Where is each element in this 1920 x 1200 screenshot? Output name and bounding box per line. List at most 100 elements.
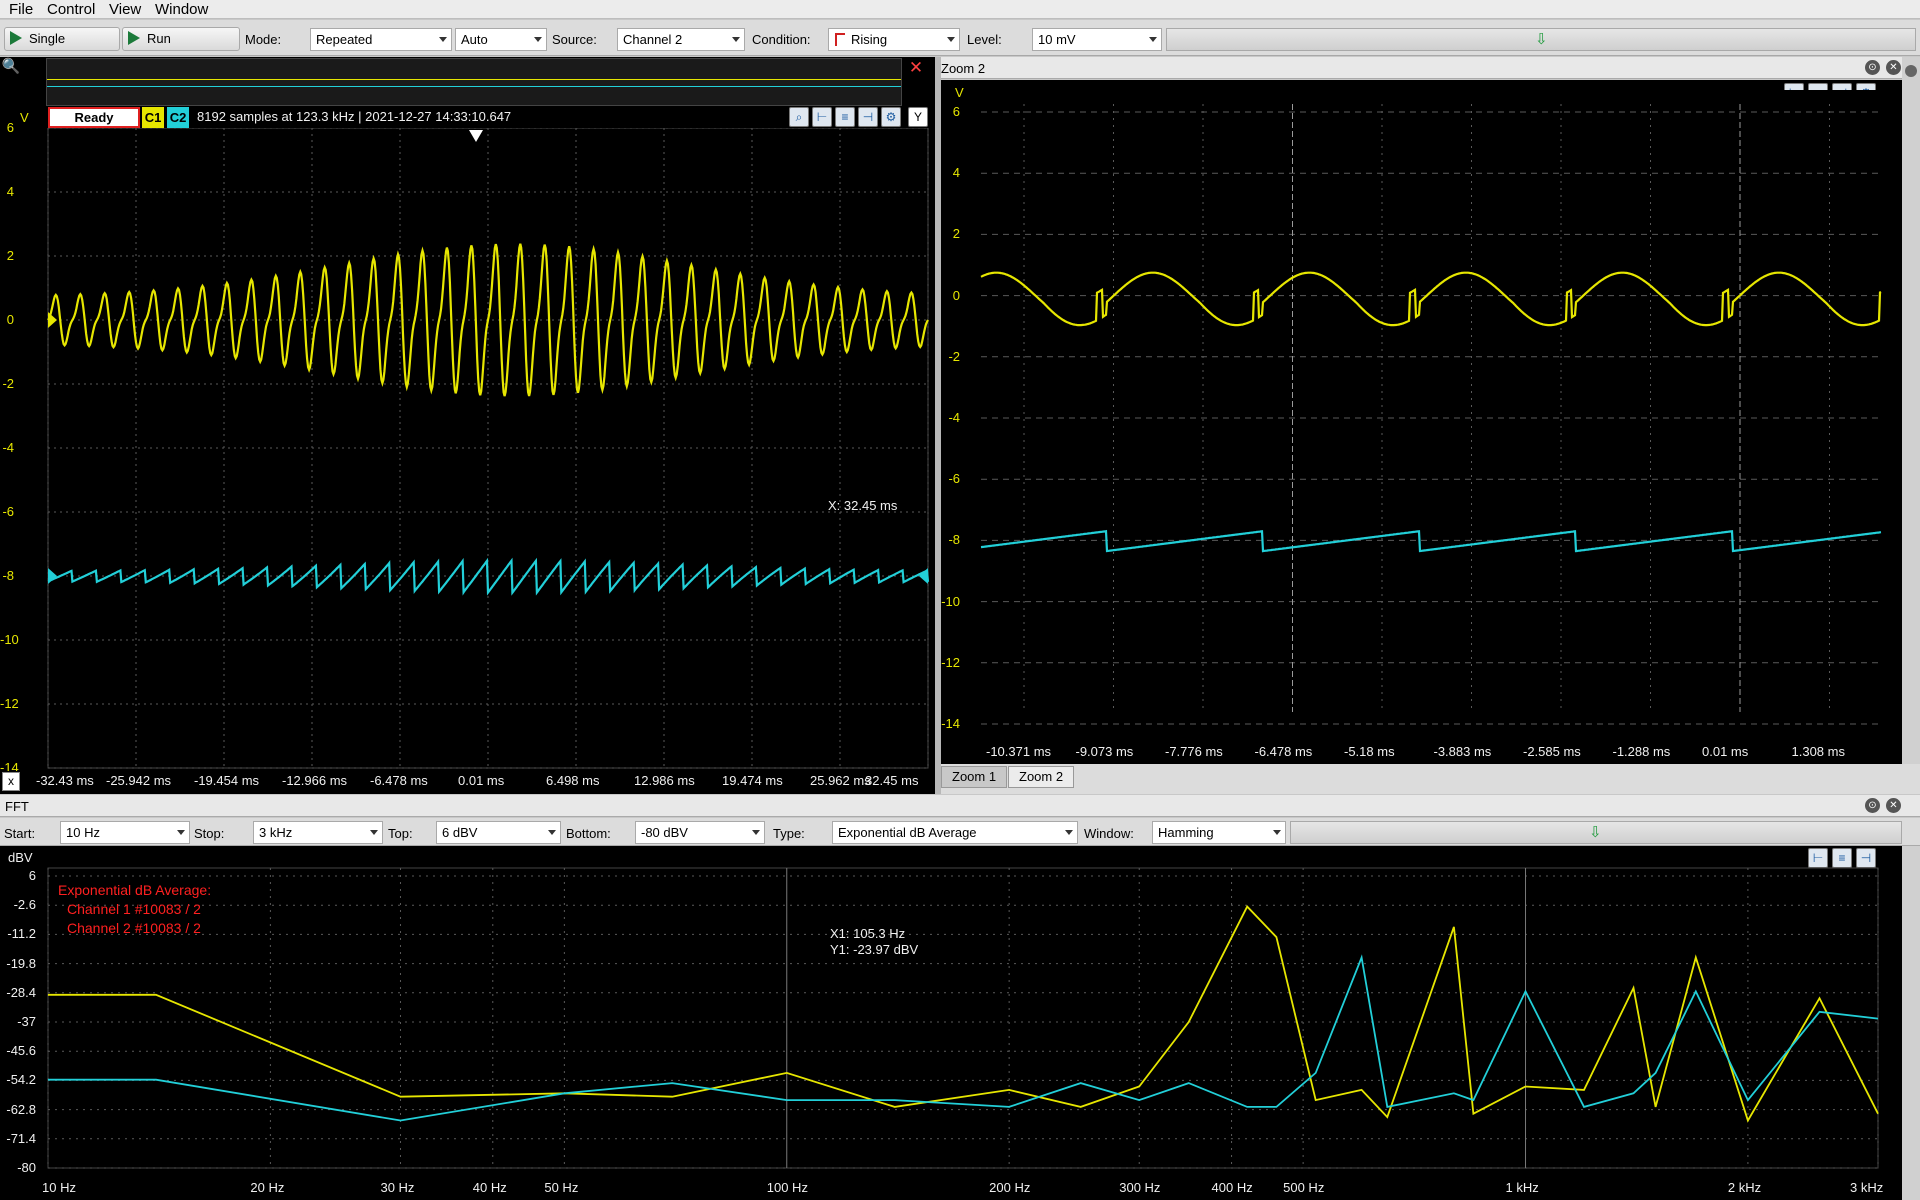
top-value: 6 dBV (442, 825, 478, 840)
cursor-x-value: X1: 105.3 Hz (830, 926, 906, 941)
y-tick-label: 6 (952, 104, 960, 119)
source-select[interactable]: Channel 2 (617, 28, 745, 51)
stop-select[interactable]: 3 kHz (253, 821, 383, 844)
type-label: Type: (773, 826, 805, 841)
close-icon[interactable]: ✕ (906, 58, 926, 78)
x-tick-label: 19.474 ms (722, 773, 783, 788)
bottom-select[interactable]: -80 dBV (635, 821, 765, 844)
zoom-scrollbar[interactable] (1902, 57, 1920, 794)
x-tick-label: -3.883 ms (1433, 744, 1492, 759)
chevron-down-icon (1149, 37, 1157, 42)
y-tick-label: -80 (17, 1160, 36, 1175)
menu-view[interactable]: View (109, 1, 141, 18)
x-tick-label: 20 Hz (250, 1180, 285, 1195)
overview-strip[interactable] (46, 58, 902, 106)
y-tick-label: 0 (6, 312, 14, 327)
settings-gear-icon[interactable]: ⚙ (881, 107, 901, 127)
x-tick-label: 500 Hz (1283, 1180, 1325, 1195)
x-tick-label: -1.288 ms (1612, 744, 1671, 759)
align-center-icon[interactable]: ≡ (835, 107, 855, 127)
cursor-readout: X: 32.45 ms (828, 498, 898, 513)
y-tick-label: 6 (6, 120, 14, 135)
y-tick-label: -19.8 (6, 955, 36, 971)
x-axis-button[interactable]: x (2, 772, 20, 791)
x-tick-label: -7.776 ms (1165, 744, 1223, 759)
x-tick-label: -6.478 ms (370, 773, 428, 788)
x-tick-label: 1.308 ms (1791, 744, 1845, 759)
mode-select[interactable]: Repeated (310, 28, 452, 51)
y-tick-label: -10 (941, 593, 960, 609)
y-tick-label: -6 (948, 471, 960, 487)
y-tick-label: -12 (941, 654, 960, 670)
mode-label: Mode: (245, 32, 282, 47)
y-tick-label: -2 (2, 376, 14, 391)
x-tick-label: 32.45 ms (865, 773, 919, 788)
scope-plot[interactable] (0, 128, 935, 773)
level-value: 10 mV (1038, 32, 1076, 47)
tab-zoom-1[interactable]: Zoom 1 (941, 766, 1008, 788)
x-tick-label: 10 Hz (42, 1180, 76, 1195)
down-arrow-icon: ⇩ (1589, 824, 1602, 841)
zoom-tool-icon[interactable]: ⌕ (789, 107, 809, 127)
level-input[interactable]: 10 mV (1032, 28, 1162, 51)
trigger-arrow-icon: ⇩ (1535, 31, 1548, 48)
y-tick-label: 4 (6, 184, 14, 199)
type-select[interactable]: Exponential dB Average (832, 821, 1078, 844)
acquisition-info: 8192 samples at 123.3 kHz | 2021-12-27 1… (197, 109, 512, 124)
fft-header: FFT ⊙ ✕ (0, 795, 1920, 817)
condition-select[interactable]: Rising (828, 28, 960, 51)
x-tick-label: -10.371 ms (986, 744, 1052, 759)
align-right-icon[interactable]: ⊣ (858, 107, 878, 127)
y-tick-label: -12 (0, 696, 19, 711)
zoom-plot-area (981, 90, 1881, 732)
menu-file[interactable]: File (9, 1, 33, 18)
fft-toolbar: Start: 10 Hz Stop: 3 kHz Top: 6 dBV Bott… (0, 818, 1920, 846)
align-left-icon[interactable]: ⊢ (812, 107, 832, 127)
channel-2-badge[interactable]: C2 (167, 107, 189, 128)
menu-window[interactable]: Window (155, 1, 208, 18)
start-value: 10 Hz (66, 825, 100, 840)
stop-value: 3 kHz (259, 825, 293, 840)
x-tick-label: 2 kHz (1727, 1180, 1762, 1195)
x-tick-label: -5.18 ms (1344, 744, 1395, 759)
zoom-plot[interactable] (941, 80, 1902, 740)
single-label: Single (29, 31, 66, 46)
x-tick-label: 300 Hz (1119, 1180, 1161, 1195)
menu-control[interactable]: Control (47, 1, 95, 18)
chevron-down-icon (947, 37, 955, 42)
zoom-magnifier-icon[interactable]: 🔍 (0, 57, 22, 79)
channel-1-badge[interactable]: C1 (142, 107, 164, 128)
y-tick-label: 0 (952, 287, 960, 303)
tab-zoom-2[interactable]: Zoom 2 (1008, 766, 1075, 788)
y-tick-label: -14 (941, 716, 960, 731)
x-tick-label: -19.454 ms (194, 773, 260, 788)
y-axis-button[interactable]: Y (908, 107, 928, 127)
y-tick-label: -6 (2, 504, 14, 519)
close-icon[interactable]: ✕ (1886, 60, 1901, 75)
top-select[interactable]: 6 dBV (436, 821, 561, 844)
x-tick-label: -12.966 ms (282, 773, 348, 788)
restore-icon[interactable]: ⊙ (1865, 60, 1880, 75)
play-icon (10, 31, 22, 45)
trigger-position-bar[interactable]: ⇩ (1166, 28, 1916, 51)
close-icon[interactable]: ✕ (1886, 798, 1901, 813)
fft-position-bar[interactable]: ⇩ (1290, 821, 1902, 844)
chevron-down-icon (370, 830, 378, 835)
zoom-title: Zoom 2 (941, 61, 986, 76)
fft-scrollbar[interactable] (1902, 846, 1920, 1200)
single-button[interactable]: Single (4, 27, 120, 51)
run-button[interactable]: Run (122, 27, 240, 51)
x-tick-label: 3 kHz (1850, 1180, 1884, 1195)
zoom-tabs-bar: Zoom 1 Zoom 2 (941, 764, 1920, 794)
y-tick-label: -2.6 (13, 897, 36, 913)
x-tick-label: 1 kHz (1505, 1180, 1539, 1195)
legend-title: Exponential dB Average: (58, 882, 212, 898)
auto-select[interactable]: Auto (455, 28, 547, 51)
fft-legend: Exponential dB Average: Channel 1 #10083… (58, 881, 211, 938)
restore-icon[interactable]: ⊙ (1865, 798, 1880, 813)
start-select[interactable]: 10 Hz (60, 821, 190, 844)
y-tick-label: -45.6 (6, 1043, 36, 1059)
fft-plot[interactable] (0, 846, 1902, 1200)
y-tick-label: -54.2 (6, 1072, 36, 1088)
window-select[interactable]: Hamming (1152, 821, 1286, 844)
